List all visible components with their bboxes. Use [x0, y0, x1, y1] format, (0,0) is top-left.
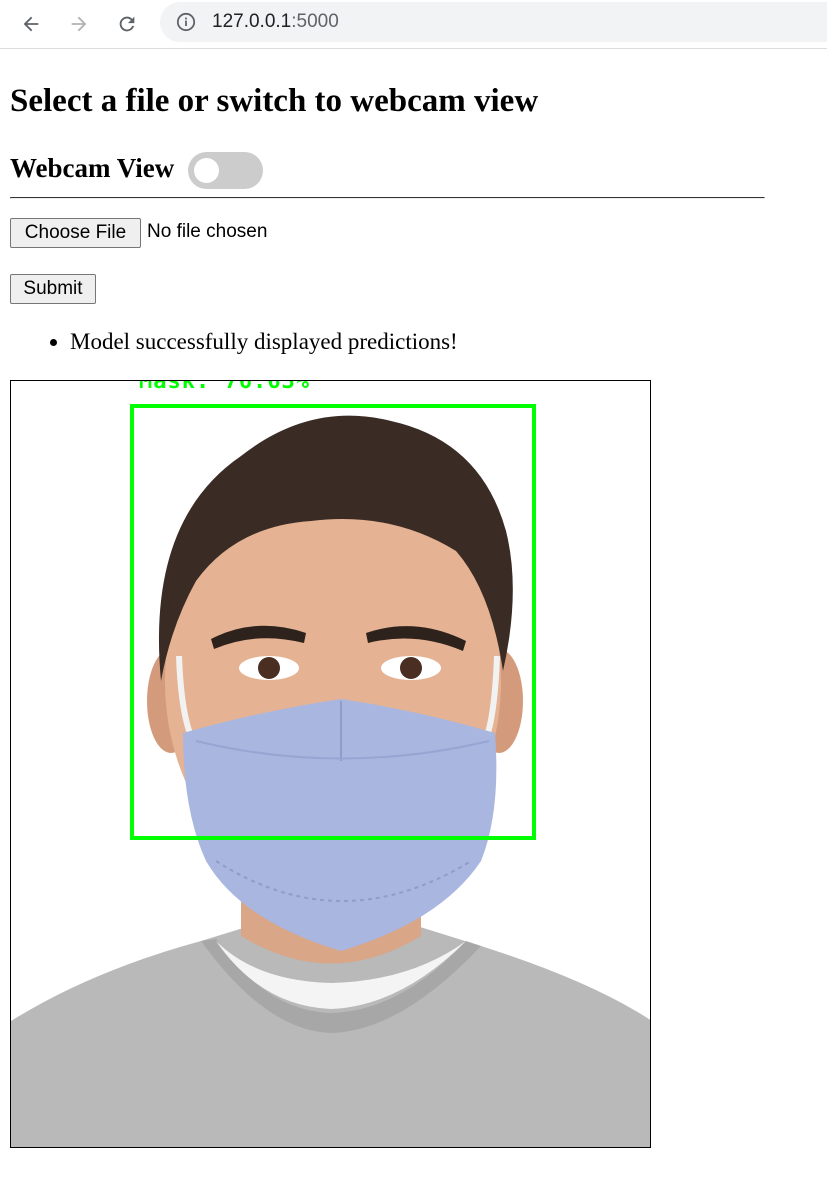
file-status: No file chosen	[147, 221, 268, 242]
browser-toolbar: 127.0.0.1:5000	[0, 0, 827, 49]
forward-arrow-icon	[71, 16, 87, 32]
divider	[10, 197, 765, 199]
back-button[interactable]	[13, 6, 49, 42]
webcam-toggle[interactable]	[188, 152, 263, 189]
url-text: 127.0.0.1:5000	[212, 11, 339, 33]
message-list: Model successfully displayed predictions…	[10, 326, 458, 358]
list-item: Model successfully displayed predictions…	[70, 326, 458, 358]
page-title: Select a file or switch to webcam view	[10, 83, 539, 119]
url-port: :5000	[291, 11, 339, 32]
result-image: Mask: 76.63%	[10, 380, 651, 1148]
detection-label: Mask: 76.63%	[139, 380, 310, 394]
reload-icon	[119, 16, 135, 32]
submit-button[interactable]: Submit	[10, 274, 96, 304]
forward-button[interactable]	[61, 6, 97, 42]
url-host: 127.0.0.1	[212, 11, 292, 32]
reload-button[interactable]	[109, 6, 145, 42]
webcam-label: Webcam View	[10, 153, 175, 183]
choose-file-button[interactable]: Choose File	[10, 218, 141, 248]
info-icon[interactable]	[176, 12, 196, 32]
address-bar[interactable]: 127.0.0.1:5000	[160, 2, 827, 42]
detection-box	[130, 404, 536, 840]
back-arrow-icon	[23, 16, 39, 32]
toggle-knob	[194, 158, 219, 183]
